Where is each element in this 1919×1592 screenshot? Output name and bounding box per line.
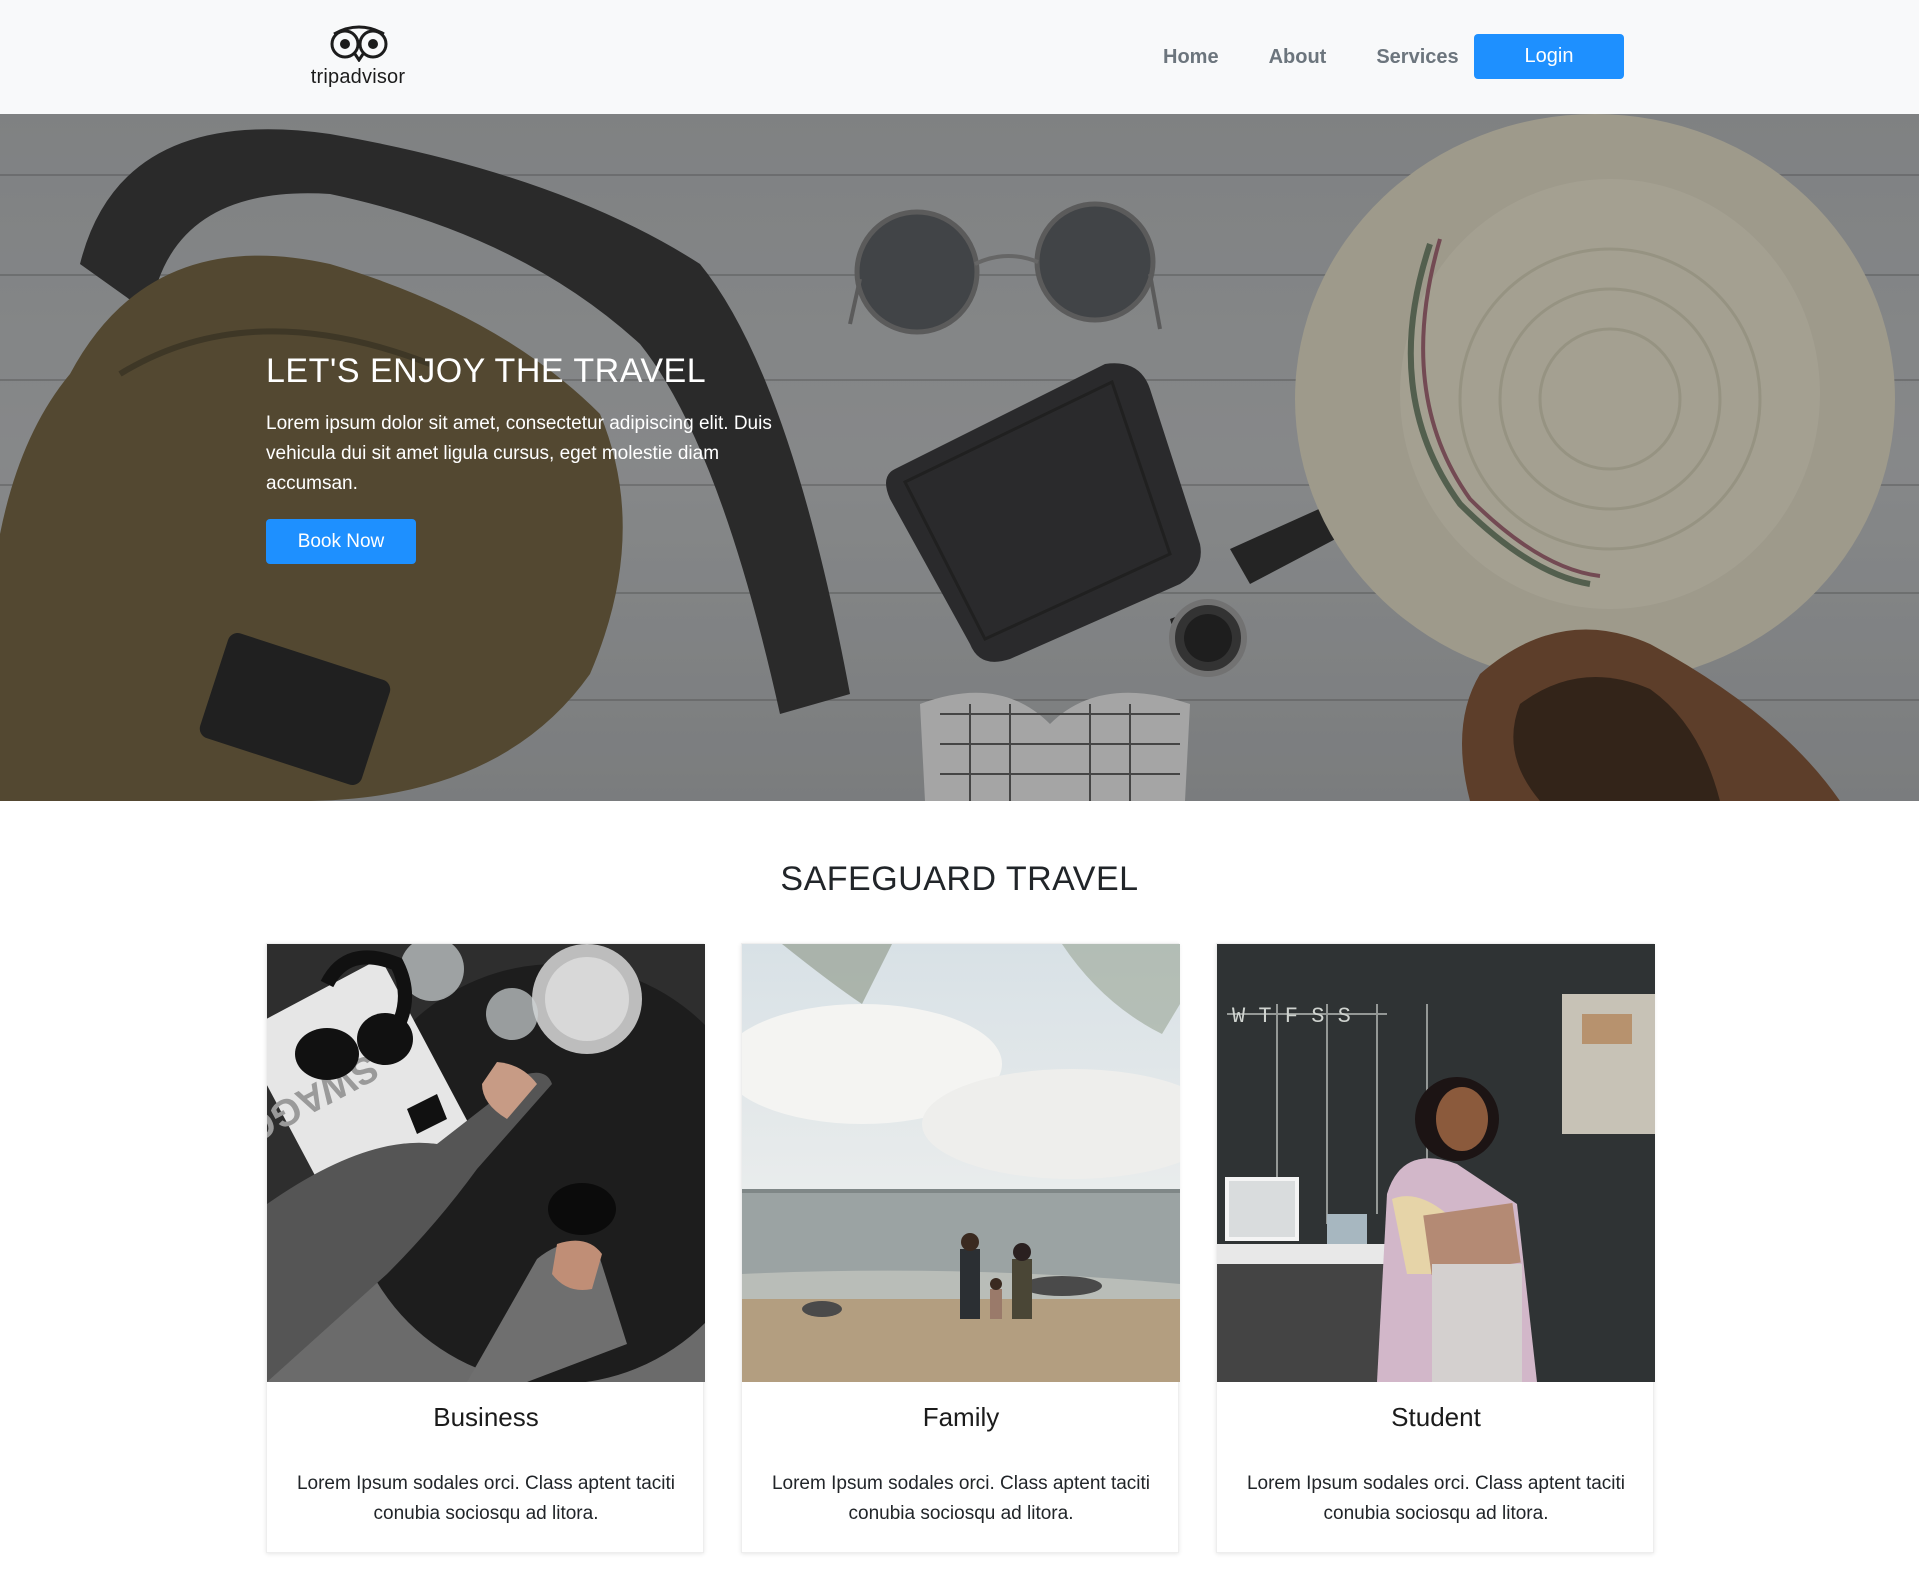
card-text: Lorem Ipsum sodales orci. Class aptent t… <box>296 1473 676 1524</box>
svg-text:W T F S S: W T F S S <box>1232 1004 1351 1029</box>
nav-links: Home About Services <box>1130 34 1509 80</box>
hero-title: LET'S ENJOY THE TRAVEL <box>266 352 707 390</box>
tripadvisor-logo[interactable]: tripadvisor <box>308 22 408 92</box>
hero-content: LET'S ENJOY THE TRAVEL Lorem ipsum dolor… <box>266 352 826 564</box>
card-image-family <box>742 944 1180 1382</box>
card-business[interactable]: SWAGGER Business Lorem Ipsum sodales orc… <box>266 943 705 1553</box>
card-text: Lorem Ipsum sodales orci. Class aptent t… <box>1246 1473 1626 1524</box>
section-title: SAFEGUARD TRAVEL <box>780 860 1139 898</box>
card-student[interactable]: W T F S S Student Lorem Ipsum sodales or… <box>1216 943 1655 1553</box>
card-family[interactable]: Family Lorem Ipsum sodales orci. Class a… <box>741 943 1180 1553</box>
card-image-business: SWAGGER <box>267 944 705 1382</box>
login-button[interactable]: Login <box>1474 34 1624 79</box>
book-now-button[interactable]: Book Now <box>266 519 416 564</box>
navbar: tripadvisor Home About Services Login <box>0 0 1919 114</box>
nav-link-services[interactable]: Services <box>1376 46 1458 69</box>
logo-text: tripadvisor <box>310 66 406 88</box>
hero-section: LET'S ENJOY THE TRAVEL Lorem ipsum dolor… <box>0 114 1919 801</box>
nav-link-about[interactable]: About <box>1269 46 1327 69</box>
card-image-student: W T F S S <box>1217 944 1655 1382</box>
nav-link-home[interactable]: Home <box>1163 46 1219 69</box>
hero-text: Lorem ipsum dolor sit amet, consectetur … <box>266 413 772 494</box>
card-list: SWAGGER Business Lorem Ipsum sodales orc… <box>266 943 1655 1553</box>
card-text: Lorem Ipsum sodales orci. Class aptent t… <box>771 1473 1151 1524</box>
card-title: Student <box>1391 1402 1481 1432</box>
owl-logo-icon <box>330 25 388 62</box>
card-title: Business <box>433 1402 539 1432</box>
card-title: Family <box>922 1402 1000 1432</box>
